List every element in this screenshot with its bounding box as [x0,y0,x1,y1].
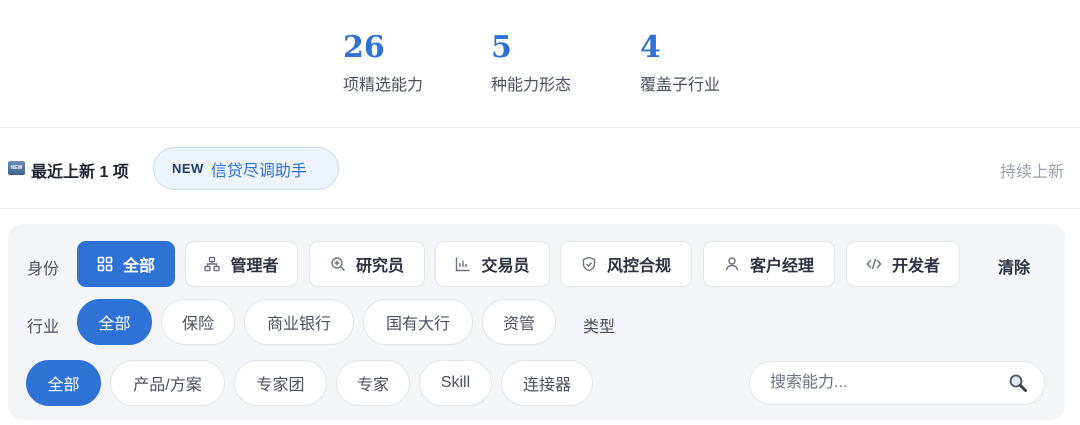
type-expert-chip[interactable]: 专家 [336,360,410,406]
magnifier-icon[interactable] [1008,373,1028,393]
identity-trader-button[interactable]: 交易员 [435,241,550,287]
stat-forms: 5 种能力形态 [491,30,571,96]
identity-all-button[interactable]: 全部 [77,241,175,287]
recent-item-chip[interactable]: NEW 信贷尽调助手 [153,147,339,190]
stat-label: 覆盖子行业 [640,77,721,94]
recent-label: 最近上新 1 项 [31,164,129,181]
search-box [749,361,1045,405]
chip-label: 开发者 [891,258,940,275]
shield-icon [581,256,597,272]
grid-icon [97,256,113,272]
search-input[interactable] [770,362,1000,404]
recent-bar: NEW 最近上新 1 项 NEW 信贷尽调助手 持续上新 [0,129,1080,209]
type-expert-team-chip[interactable]: 专家团 [234,360,327,406]
chip-label: 交易员 [481,258,530,275]
industry-label: 行业 [27,319,60,336]
industry-all-chip[interactable]: 全部 [77,299,152,345]
new-emoji-icon: NEW [8,161,25,175]
stat-value: 5 [491,30,512,65]
new-badge: NEW [172,161,204,176]
identity-manager-button[interactable]: 管理者 [185,241,298,287]
bar-chart-icon [455,256,471,272]
user-icon [724,256,740,272]
stat-label: 项精选能力 [343,77,424,94]
industry-commercial-bank-chip[interactable]: 商业银行 [244,299,354,345]
recent-item-title: 信贷尽调助手 [210,162,307,180]
identity-risk-compliance-button[interactable]: 风控合规 [560,241,692,287]
industry-asset-management-chip[interactable]: 资管 [482,299,556,345]
stat-value: 26 [343,30,385,65]
chip-label: 风控合规 [606,258,671,275]
stats-section: 26 项精选能力 5 种能力形态 4 覆盖子行业 [0,0,1080,128]
code-icon [866,256,882,272]
industry-state-bank-chip[interactable]: 国有大行 [363,299,473,345]
stat-capabilities: 26 项精选能力 [343,30,423,96]
org-chart-icon [204,256,221,272]
chip-label: 管理者 [230,258,279,275]
type-skill-chip[interactable]: Skill [419,360,492,406]
identity-developer-button[interactable]: 开发者 [846,241,960,287]
stat-value: 4 [640,30,661,65]
continuous-update-text: 持续上新 [999,164,1064,181]
chip-label: 研究员 [355,258,404,275]
filter-panel: 身份 全部 管理者 研究员 交易员 风控合规 客户经理 开发者 清除 行业 全部… [8,224,1065,420]
type-all-chip[interactable]: 全部 [26,360,101,406]
type-product-solution-chip[interactable]: 产品/方案 [110,360,225,406]
clear-filters-button[interactable]: 清除 [998,254,1030,278]
stat-label: 种能力形态 [491,77,572,94]
identity-researcher-button[interactable]: 研究员 [309,241,425,287]
identity-label: 身份 [27,261,60,278]
stat-industries: 4 覆盖子行业 [640,30,720,96]
identity-account-manager-button[interactable]: 客户经理 [703,241,835,287]
type-connector-chip[interactable]: 连接器 [501,360,593,406]
chip-label: 客户经理 [749,258,814,275]
type-label: 类型 [583,319,616,336]
zoom-in-icon [330,256,346,272]
chip-label: 全部 [122,258,155,275]
industry-insurance-chip[interactable]: 保险 [161,299,235,345]
